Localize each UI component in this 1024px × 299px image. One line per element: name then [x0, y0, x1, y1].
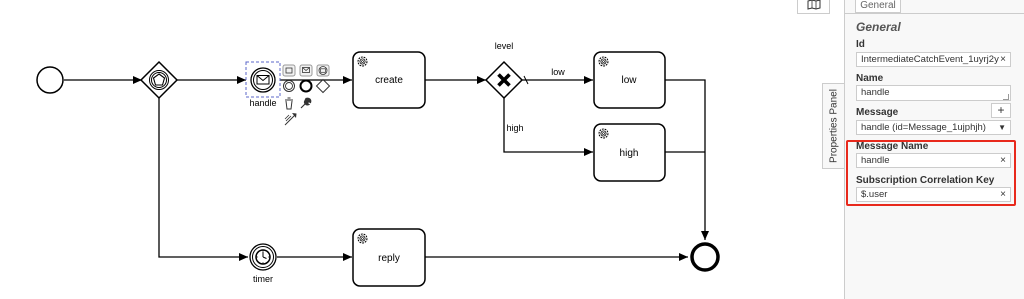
flow-label-low: low	[551, 67, 565, 77]
id-field-value: IntermediateCatchEvent_1uyrj2y	[861, 54, 999, 65]
append-intermediate-event-icon[interactable]	[283, 80, 295, 92]
flow-split-to-timer	[158, 97, 248, 261]
exclusive-gateway[interactable]	[484, 60, 524, 100]
name-field[interactable]: handle	[856, 85, 1011, 101]
diagram-canvas[interactable]: handle create level low high low high ti…	[0, 0, 820, 299]
add-message-button[interactable]: +	[991, 103, 1011, 118]
properties-panel-toggle-label: Properties Panel	[828, 89, 839, 163]
message-label: Message	[856, 107, 899, 118]
high-task[interactable]: high	[593, 123, 666, 182]
name-field-value: handle	[861, 87, 890, 98]
group-title-general: General	[856, 20, 901, 34]
message-catch-event[interactable]	[245, 61, 281, 98]
reply-task[interactable]: reply	[352, 228, 426, 287]
properties-panel-toggle[interactable]: Properties Panel	[822, 83, 844, 169]
delete-icon[interactable]	[285, 97, 293, 110]
start-event[interactable]	[36, 66, 64, 94]
id-label: Id	[856, 39, 865, 50]
tab-divider	[845, 13, 1024, 14]
message-select-value: handle (id=Message_1ujphjh)	[861, 122, 986, 133]
wrench-icon[interactable]	[300, 97, 312, 109]
highlight-box	[846, 140, 1016, 206]
timer-event[interactable]	[249, 243, 277, 271]
low-task[interactable]: low	[593, 51, 666, 109]
message-select[interactable]: handle (id=Message_1ujphjh) ▼	[856, 120, 1011, 135]
append-receive-event-icon[interactable]	[316, 64, 330, 77]
name-label: Name	[856, 73, 884, 84]
clear-id-icon[interactable]: ×	[1000, 53, 1006, 66]
timer-label: timer	[253, 274, 273, 284]
chevron-down-icon: ▼	[998, 123, 1006, 132]
end-event[interactable]	[690, 242, 720, 272]
low-task-label: low	[621, 75, 637, 86]
append-gateway-icon[interactable]	[315, 78, 331, 94]
map-icon	[807, 0, 821, 10]
flow-low-to-end	[665, 79, 709, 240]
event-based-gateway[interactable]	[139, 60, 179, 100]
create-task-label: create	[375, 75, 403, 86]
context-pad[interactable]	[282, 64, 331, 126]
append-end-event-icon[interactable]	[299, 79, 313, 93]
id-field[interactable]: IntermediateCatchEvent_1uyrj2y ×	[856, 52, 1011, 67]
handle-label: handle	[249, 98, 276, 108]
tab-general[interactable]: General	[855, 0, 901, 13]
connect-icon[interactable]	[284, 113, 297, 126]
high-task-label: high	[620, 148, 639, 159]
resize-handle-icon[interactable]	[1003, 94, 1009, 100]
reply-task-label: reply	[378, 253, 400, 264]
append-text-annotation-icon[interactable]	[282, 64, 296, 77]
minimap-toggle-button[interactable]	[797, 0, 830, 14]
flow-label-high: high	[506, 123, 523, 133]
gateway-label: level	[495, 41, 514, 51]
create-task[interactable]: create	[352, 51, 426, 109]
append-message-event-icon[interactable]	[299, 64, 313, 77]
